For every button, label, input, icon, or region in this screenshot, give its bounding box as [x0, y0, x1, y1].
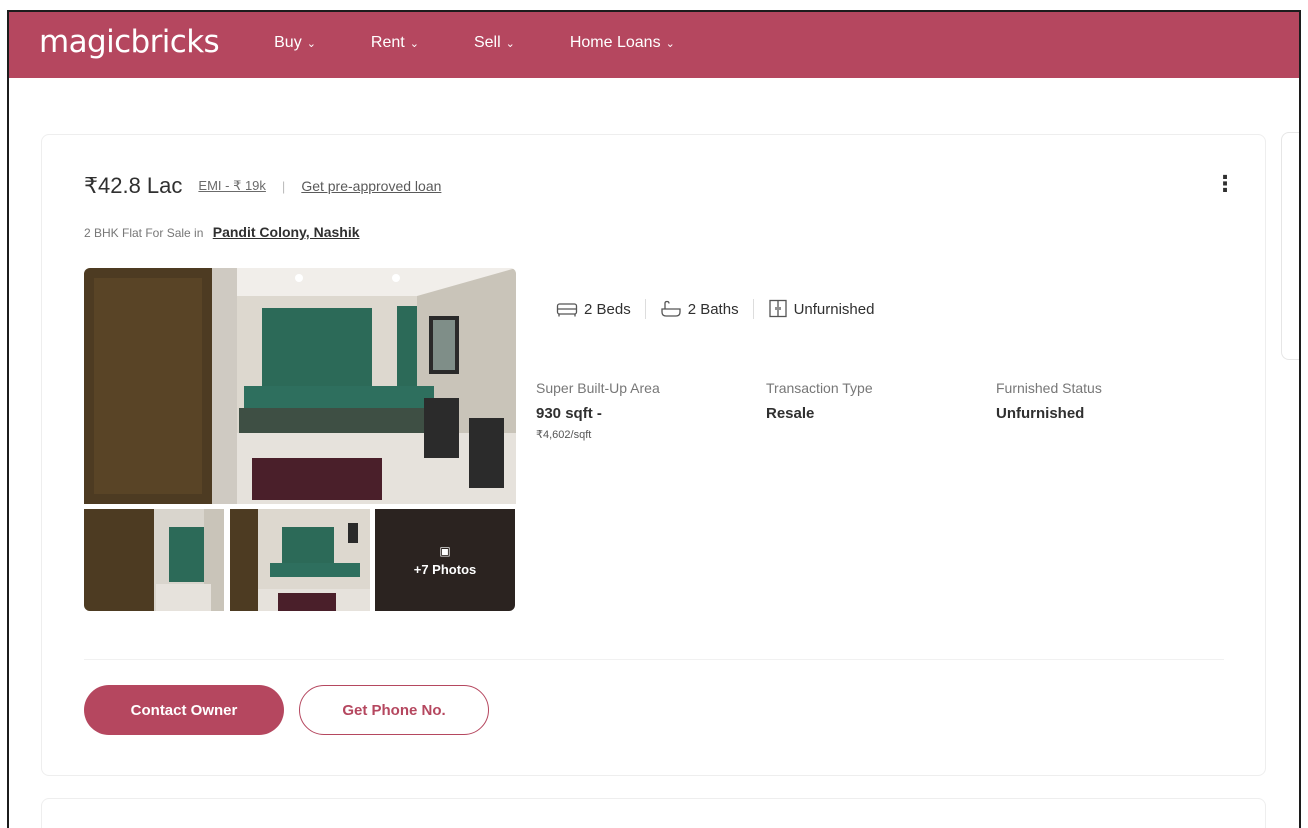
side-panel-edge [1281, 132, 1299, 360]
bed-icon [556, 303, 578, 317]
nav-home-loans[interactable]: Home Loans ⌄ [570, 34, 675, 52]
more-photos-label: +7 Photos [413, 561, 477, 577]
summary-area-value: 930 sqft - [536, 405, 602, 422]
feature-baths-label: 2 Baths [687, 300, 739, 318]
summary-furnished-value: Unfurnished [996, 405, 1085, 422]
main-property-photo[interactable] [84, 268, 516, 504]
summary-price-per-sqft: ₹4,602/sqft [536, 429, 592, 441]
feature-divider [644, 299, 646, 319]
nav-buy[interactable]: Buy ⌄ [274, 34, 316, 52]
summary-furnished: Furnished Status Unfurnished [996, 380, 1102, 422]
gallery-icon: ▣ [439, 543, 451, 558]
summary-transaction-value: Resale [766, 405, 815, 422]
chevron-down-icon: ⌄ [306, 37, 316, 50]
nav-rent-label: Rent [370, 34, 405, 51]
property-location-link[interactable]: Pandit Colony, Nashik [213, 224, 360, 240]
feature-baths: 2 Baths [660, 300, 739, 318]
more-options-icon[interactable]: ⋮ [1214, 173, 1236, 195]
property-type-text: 2 BHK Flat For Sale in [84, 226, 204, 240]
nav-sell-label: Sell [473, 34, 501, 51]
nav-rent[interactable]: Rent ⌄ [371, 34, 419, 52]
property-price: ₹42.8 Lac [84, 173, 183, 198]
chevron-down-icon: ⌄ [665, 37, 675, 50]
summary-transaction: Transaction Type Resale [766, 380, 873, 422]
nav-buy-label: Buy [274, 34, 302, 51]
photo-thumbnail[interactable] [230, 509, 370, 611]
feature-strip: 2 Beds 2 Baths Unfurnished [556, 299, 874, 319]
price-row: ₹42.8 Lac EMI - ₹ 19k | Get pre-approved… [84, 173, 441, 199]
summary-transaction-label: Transaction Type [766, 380, 873, 396]
chevron-down-icon: ⌄ [409, 37, 419, 50]
chevron-down-icon: ⌄ [505, 37, 515, 50]
summary-area-label: Super Built-Up Area [536, 380, 660, 396]
property-title: 2 BHK Flat For Sale in Pandit Colony, Na… [84, 224, 360, 240]
more-photos-tile[interactable]: ▣ +7 Photos [375, 509, 515, 611]
pre-approved-loan-link[interactable]: Get pre-approved loan [301, 178, 441, 194]
contact-owner-button[interactable]: Contact Owner [84, 685, 284, 735]
feature-beds: 2 Beds [556, 301, 631, 318]
summary-area: Super Built-Up Area 930 sqft - ₹4,602/sq… [536, 380, 660, 441]
summary-furnished-label: Furnished Status [996, 380, 1102, 396]
wardrobe-icon [768, 299, 787, 318]
feature-divider [752, 299, 754, 319]
browser-frame: magicbricks Buy ⌄ Rent ⌄ Sell ⌄ Home Loa… [7, 10, 1301, 828]
card-divider [84, 659, 1224, 660]
feature-furnishing-label: Unfurnished [793, 300, 875, 318]
next-property-card [41, 798, 1266, 828]
feature-beds-label: 2 Beds [584, 300, 631, 318]
bath-icon [661, 300, 681, 317]
property-card: ₹42.8 Lac EMI - ₹ 19k | Get pre-approved… [41, 134, 1266, 776]
emi-link[interactable]: EMI - ₹ 19k [198, 178, 266, 194]
get-phone-button[interactable]: Get Phone No. [299, 685, 489, 735]
photo-thumbnail[interactable] [84, 509, 224, 611]
top-navbar: magicbricks Buy ⌄ Rent ⌄ Sell ⌄ Home Loa… [9, 12, 1299, 78]
magicbricks-logo[interactable]: magicbricks [39, 24, 220, 60]
nav-home-loans-label: Home Loans [569, 34, 661, 51]
nav-sell[interactable]: Sell ⌄ [474, 34, 515, 52]
feature-furnishing: Unfurnished [768, 299, 875, 319]
price-separator: | [281, 178, 286, 194]
